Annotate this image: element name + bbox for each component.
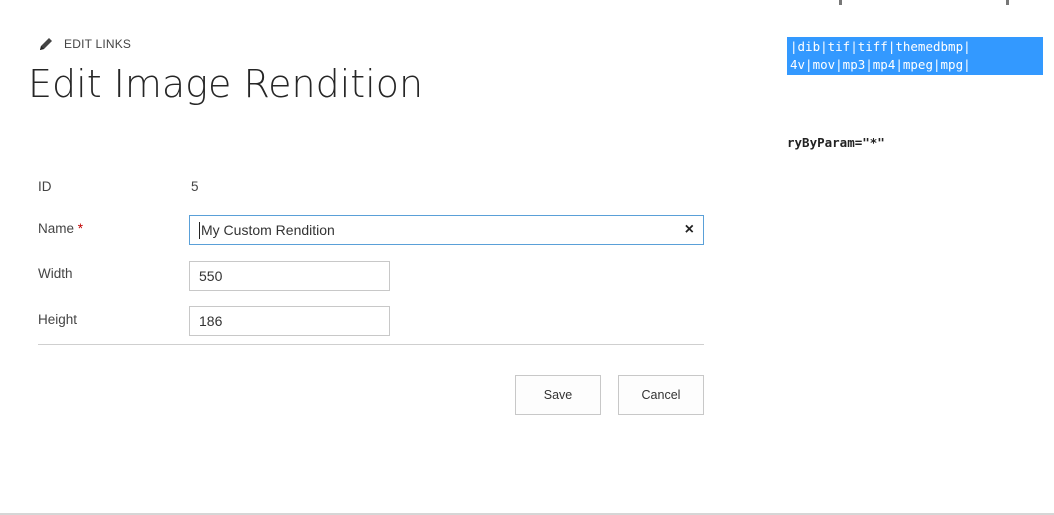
width-input-value: 550: [199, 268, 223, 284]
name-input[interactable]: My Custom Rendition ×: [189, 215, 704, 245]
id-label: ID: [38, 179, 52, 194]
cancel-button[interactable]: Cancel: [618, 375, 704, 415]
height-input[interactable]: 186: [189, 306, 390, 336]
name-label-row: Name *: [38, 221, 83, 236]
height-input-value: 186: [199, 313, 223, 329]
code-line: 4v|mov|mp3|mp4|mpeg|mpg|: [790, 57, 971, 72]
code-fragment-mark: [1006, 0, 1009, 5]
code-fragment-mark: [839, 0, 842, 5]
highlighted-code-selection: |dib|tif|tiff|themedbmp| 4v|mov|mp3|mp4|…: [787, 37, 1043, 75]
height-label: Height: [38, 312, 78, 327]
pencil-icon: [40, 38, 52, 50]
name-input-value: My Custom Rendition: [201, 222, 335, 238]
edit-links-label: EDIT LINKS: [64, 37, 132, 51]
id-value: 5: [191, 179, 199, 194]
text-caret: [199, 221, 200, 239]
code-line: |dib|tif|tiff|themedbmp|: [790, 39, 971, 54]
width-label: Width: [38, 266, 73, 281]
required-marker: *: [77, 221, 84, 236]
code-line-plain: ryByParam="*": [787, 135, 885, 150]
page-title: Edit Image Rendition: [28, 62, 424, 106]
name-label: Name: [38, 221, 75, 236]
edit-links-link[interactable]: EDIT LINKS: [38, 36, 131, 52]
width-input[interactable]: 550: [189, 261, 390, 291]
form-divider: [38, 344, 704, 345]
clear-x-icon[interactable]: ×: [685, 221, 694, 239]
save-button[interactable]: Save: [515, 375, 601, 415]
